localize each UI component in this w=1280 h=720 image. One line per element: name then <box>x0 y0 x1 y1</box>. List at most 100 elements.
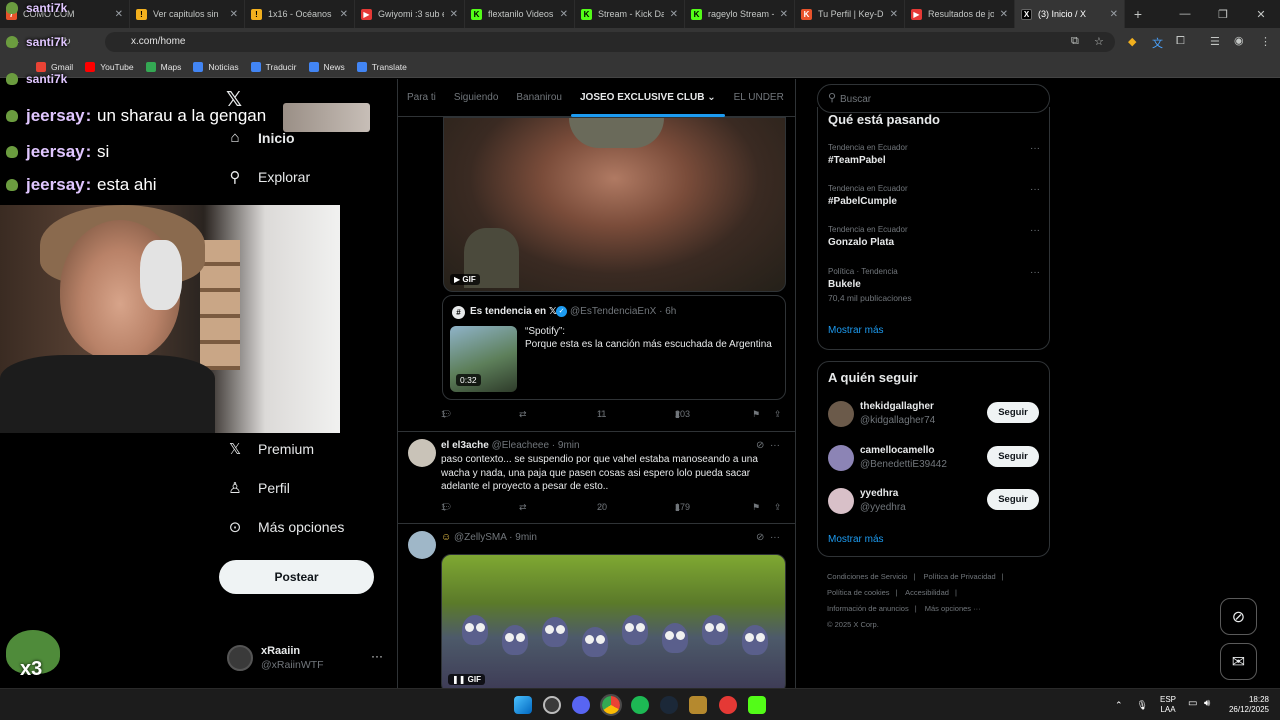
footer-link[interactable]: Condiciones de Servicio <box>827 572 907 581</box>
avatar[interactable] <box>408 439 436 467</box>
follow-button[interactable]: Seguir <box>987 402 1039 423</box>
nav-item-perfil[interactable]: ♙ Perfil <box>226 479 290 497</box>
more-dots-icon[interactable]: ··· <box>371 649 383 663</box>
grok-button[interactable]: ⊘ <box>1220 598 1257 635</box>
bookmark-youtube[interactable]: YouTube <box>85 61 134 72</box>
follow-suggestion[interactable]: yyedhra @yyedhra Seguir <box>828 487 1040 517</box>
browser-tab[interactable]: K flextanilo Videos ✕ <box>465 0 575 28</box>
footer-link[interactable]: Política de Privacidad <box>924 572 996 581</box>
restore-icon[interactable]: ❐ <box>1204 8 1242 21</box>
post-gif-media[interactable]: ▶ GIF <box>443 117 786 292</box>
show-more-follow-link[interactable]: Mostrar más <box>828 534 884 545</box>
browser-tab[interactable]: ! Ver capitulos sin ✕ <box>130 0 245 28</box>
app-icon[interactable] <box>719 696 737 714</box>
footer-link[interactable]: Política de cookies <box>827 588 890 597</box>
avatar[interactable] <box>408 531 436 559</box>
profile-avatar[interactable]: ◉ <box>1234 34 1244 47</box>
app-icon[interactable] <box>543 696 561 714</box>
volume-icon[interactable]: 🔊︎ <box>1204 698 1210 709</box>
more-dots-icon[interactable]: ··· <box>1030 184 1040 195</box>
grok-icon[interactable]: ⊘ <box>756 440 764 451</box>
bookmark-icon[interactable]: ⚑ <box>752 502 760 513</box>
nav-item-explorar[interactable]: ⚲ Explorar <box>226 168 311 186</box>
tab-close-icon[interactable]: ✕ <box>670 9 678 20</box>
browser-menu-icon[interactable]: ⋮ <box>1260 35 1271 48</box>
messages-button[interactable]: ✉ <box>1220 643 1257 680</box>
repost-icon[interactable]: ⇄ <box>519 409 527 420</box>
search-input[interactable] <box>840 89 1040 109</box>
steam-icon[interactable] <box>660 696 678 714</box>
follow-suggestion[interactable]: camellocamello @BenedettiE39442 Seguir <box>828 444 1040 474</box>
browser-tab-active[interactable]: X (3) Inicio / X ✕ <box>1015 0 1125 28</box>
start-menu-icon[interactable] <box>514 696 532 714</box>
tab-siguiendo[interactable]: Siguiendo <box>445 79 507 117</box>
network-icon[interactable]: ▭ <box>1188 698 1197 709</box>
bookmark-traducir[interactable]: Traducir <box>250 61 297 72</box>
more-dots-icon[interactable]: ··· <box>1030 225 1040 236</box>
share-icon[interactable]: ⇪ <box>774 502 782 513</box>
tab-close-icon[interactable]: ✕ <box>560 9 568 20</box>
bookmark-noticias[interactable]: Noticias <box>193 61 239 72</box>
nav-item-premium[interactable]: 𝕏 Premium <box>226 440 314 458</box>
extensions-puzzle-icon[interactable]: ⧠ <box>1176 35 1185 48</box>
trend-item[interactable]: Política · Tendencia Bukele 70,4 mil pub… <box>828 267 1040 303</box>
browser-tab[interactable]: ▶ Gwiyomi :3 sub e ✕ <box>355 0 465 28</box>
tab-close-icon[interactable]: ✕ <box>115 9 123 20</box>
share-icon[interactable]: ⇪ <box>774 409 782 420</box>
tab-close-icon[interactable]: ✕ <box>890 9 898 20</box>
install-app-icon[interactable]: ⧉ <box>1071 35 1079 48</box>
tab-para-ti[interactable]: Para ti <box>398 79 445 117</box>
reading-list-icon[interactable]: ☰ <box>1210 35 1220 48</box>
bookmark-gmail[interactable]: Gmail <box>36 61 73 72</box>
tab-close-icon[interactable]: ✕ <box>340 9 348 20</box>
more-dots-icon[interactable]: ··· <box>770 532 780 543</box>
more-dots-icon[interactable]: ··· <box>770 440 780 451</box>
spotify-icon[interactable] <box>631 696 649 714</box>
trend-item[interactable]: Tendencia en Ecuador #PabelCumple ··· <box>828 184 1040 220</box>
bookmark-translate[interactable]: Translate <box>356 61 407 72</box>
follow-button[interactable]: Seguir <box>987 446 1039 467</box>
follow-suggestion[interactable]: thekidgallagher @kidgallagher74 Seguir <box>828 400 1040 430</box>
repost-icon[interactable]: ⇄ <box>519 502 527 513</box>
new-tab-button[interactable]: + <box>1125 6 1151 22</box>
extension-icon[interactable]: ◆ <box>1128 35 1136 48</box>
kick-icon[interactable] <box>748 696 766 714</box>
discord-icon[interactable] <box>572 696 590 714</box>
tab-close-icon[interactable]: ✕ <box>450 9 458 20</box>
bookmark-maps[interactable]: Maps <box>145 61 181 72</box>
author-name[interactable]: el el3ache <box>441 440 489 451</box>
more-dots-icon[interactable]: ··· <box>1030 267 1040 278</box>
browser-tab[interactable]: ▶ Resultados de jos ✕ <box>905 0 1015 28</box>
tab-joseo-exclusive-club[interactable]: JOSEO EXCLUSIVE CLUB ⌄ <box>570 79 725 117</box>
microphone-icon[interactable]: 🎙︎ <box>1137 700 1148 711</box>
extension-translate-icon[interactable]: 文 <box>1152 35 1163 51</box>
bookmark-news[interactable]: News <box>308 61 345 72</box>
tab-close-icon[interactable]: ✕ <box>230 9 238 20</box>
browser-tab[interactable]: ! 1x16 - Océanos d ✕ <box>245 0 355 28</box>
grok-icon[interactable]: ⊘ <box>756 532 764 543</box>
gif-badge[interactable]: ❚❚ GIF <box>448 674 485 685</box>
browser-tab[interactable]: K rageylo Stream - ✕ <box>685 0 795 28</box>
post-gif-media[interactable]: ❚❚ GIF <box>441 554 786 688</box>
tray-chevron-icon[interactable]: ⌃ <box>1115 700 1123 711</box>
language-indicator[interactable]: ESP LAA <box>1160 695 1176 715</box>
footer-link[interactable]: Accesibilidad <box>905 588 949 597</box>
trend-item[interactable]: Tendencia en Ecuador Gonzalo Plata ··· <box>828 225 1040 261</box>
tab-close-icon[interactable]: ✕ <box>1110 9 1118 20</box>
url-bar[interactable]: x.com/home <box>105 32 1115 52</box>
more-dots-icon[interactable]: ··· <box>1030 143 1040 154</box>
bookmark-icon[interactable]: ⚑ <box>752 409 760 420</box>
tab-close-icon[interactable]: ✕ <box>780 9 788 20</box>
app-icon[interactable] <box>689 696 707 714</box>
quoted-video-thumbnail[interactable]: 0:32 <box>450 326 517 392</box>
clock[interactable]: 18:28 26/12/2025 <box>1225 695 1269 715</box>
footer-link[interactable]: Información de anuncios <box>827 604 909 613</box>
browser-tab[interactable]: K Stream - Kick Das ✕ <box>575 0 685 28</box>
footer-link[interactable]: Más opciones ··· <box>925 604 981 613</box>
nav-item-mas-opciones[interactable]: ⊙ Más opciones <box>226 518 345 536</box>
quoted-post[interactable]: # Es tendencia en 𝕏 ✓ @EsTendenciaEnX · … <box>442 295 786 400</box>
tab-close-icon[interactable]: ✕ <box>1000 9 1008 20</box>
bookmark-star-icon[interactable]: ☆ <box>1094 35 1104 48</box>
minimize-icon[interactable]: — <box>1166 8 1204 20</box>
close-window-icon[interactable]: ✕ <box>1242 8 1280 21</box>
